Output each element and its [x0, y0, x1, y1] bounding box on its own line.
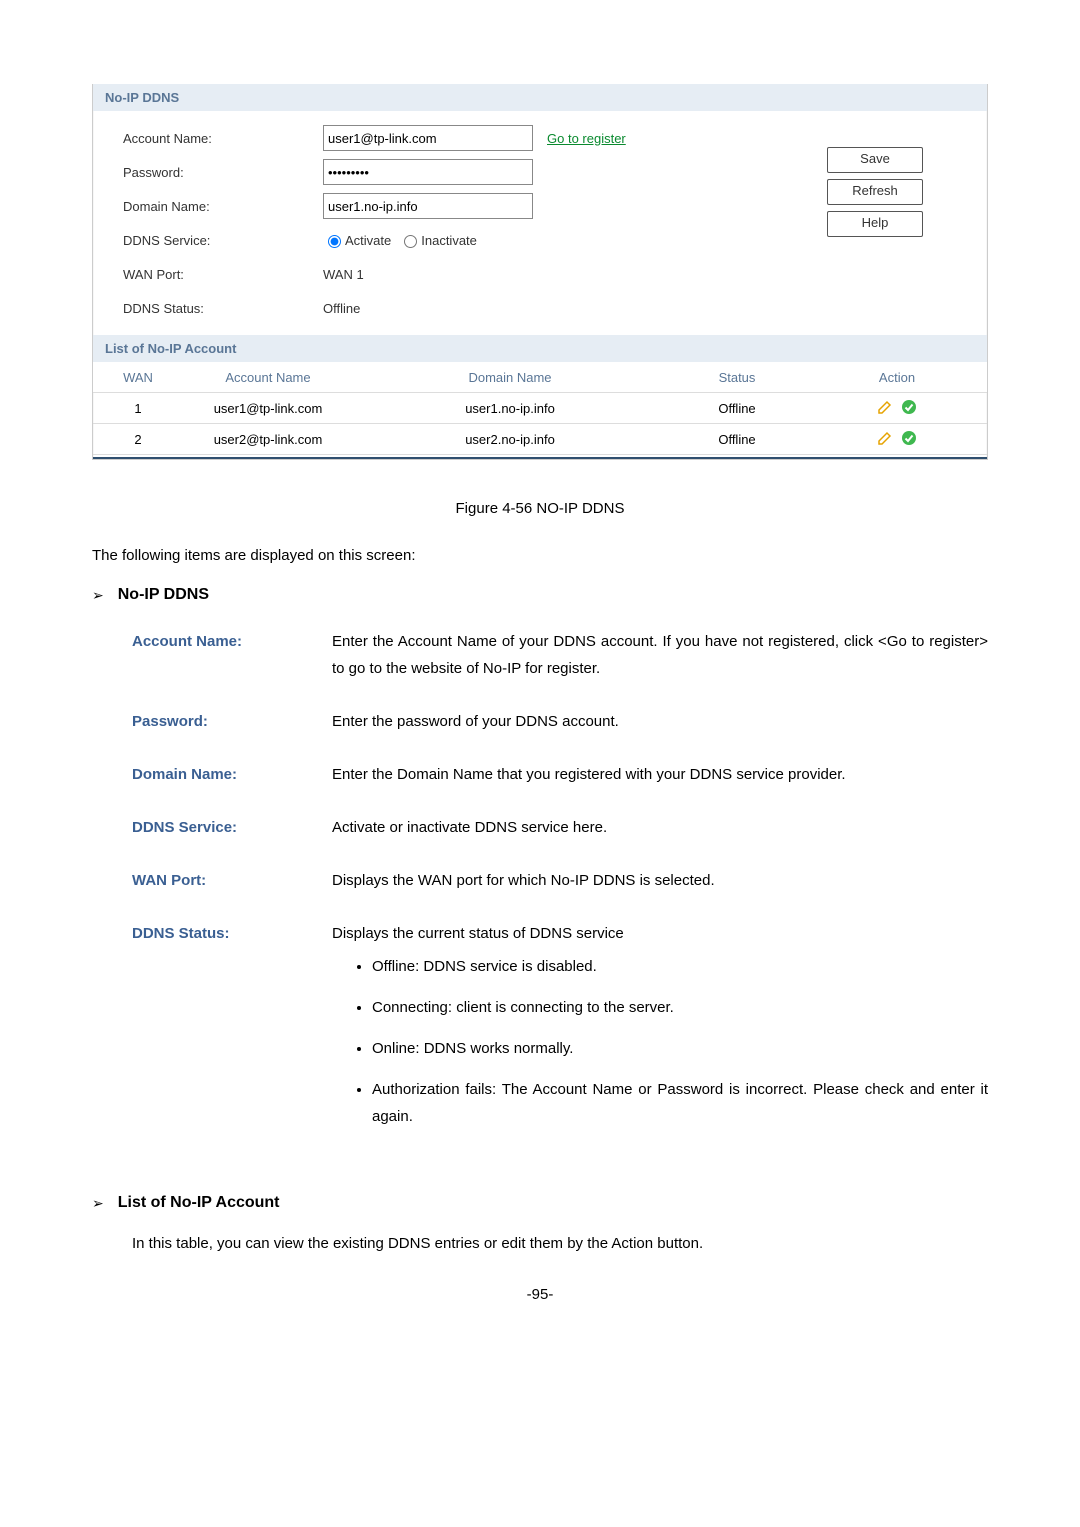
- bullet-offline: Offline: DDNS service is disabled.: [372, 953, 988, 980]
- label-ddns-service: DDNS Service:: [123, 233, 323, 248]
- doc-heading-list: List of No-IP Account: [118, 1194, 280, 1212]
- page-number: -95-: [92, 1286, 988, 1303]
- value-ddns-status: Offline: [323, 301, 360, 316]
- edit-icon[interactable]: [876, 398, 894, 416]
- cell-status: Offline: [657, 401, 817, 416]
- doc-desc-wan-port: Displays the WAN port for which No-IP DD…: [332, 867, 988, 894]
- doc-label-wan-port: WAN Port:: [132, 867, 332, 894]
- bullet-online: Online: DDNS works normally.: [372, 1035, 988, 1062]
- radio-inactivate-label: Inactivate: [421, 233, 477, 248]
- label-domain-name: Domain Name:: [123, 199, 323, 214]
- confirm-icon[interactable]: [900, 398, 918, 416]
- doc-label-ddns-status: DDNS Status:: [132, 920, 332, 1144]
- cell-domain: user1.no-ip.info: [363, 401, 657, 416]
- save-button[interactable]: Save: [827, 147, 923, 173]
- bullet-connecting: Connecting: client is connecting to the …: [372, 994, 988, 1021]
- screenshot-panel: No-IP DDNS Account Name: Go to register …: [92, 84, 988, 460]
- chevron-right-icon: ➢: [92, 587, 104, 604]
- th-domain: Domain Name: [363, 370, 657, 385]
- th-action: Action: [817, 370, 977, 385]
- radio-activate-label: Activate: [345, 233, 391, 248]
- label-wan-port: WAN Port:: [123, 267, 323, 282]
- doc-desc-domain-name: Enter the Domain Name that you registere…: [332, 761, 988, 788]
- domain-name-input[interactable]: [323, 193, 533, 219]
- cell-wan: 2: [103, 432, 173, 447]
- radio-inactivate[interactable]: [404, 235, 417, 248]
- th-wan: WAN: [103, 370, 173, 385]
- intro-text: The following items are displayed on thi…: [92, 547, 988, 564]
- help-button[interactable]: Help: [827, 211, 923, 237]
- table-header-row: WAN Account Name Domain Name Status Acti…: [93, 362, 987, 393]
- value-wan-port: WAN 1: [323, 267, 364, 282]
- table-bottom-border: [93, 457, 987, 459]
- password-input[interactable]: [323, 159, 533, 185]
- edit-icon[interactable]: [876, 429, 894, 447]
- th-account: Account Name: [173, 370, 363, 385]
- radio-activate-wrap[interactable]: Activate: [323, 232, 391, 248]
- go-to-register-link[interactable]: Go to register: [547, 131, 626, 146]
- account-name-input[interactable]: [323, 125, 533, 151]
- form-noip-ddns: Account Name: Go to register Password: D…: [93, 111, 987, 335]
- doc-label-account-name: Account Name:: [132, 628, 332, 682]
- label-password: Password:: [123, 165, 323, 180]
- noip-account-table: WAN Account Name Domain Name Status Acti…: [93, 362, 987, 455]
- radio-activate[interactable]: [328, 235, 341, 248]
- doc-desc-ddns-service: Activate or inactivate DDNS service here…: [332, 814, 988, 841]
- table-row: 2 user2@tp-link.com user2.no-ip.info Off…: [93, 424, 987, 455]
- section-noip-ddns-title: No-IP DDNS: [93, 84, 987, 111]
- label-account-name: Account Name:: [123, 131, 323, 146]
- cell-account: user1@tp-link.com: [173, 401, 363, 416]
- bullet-auth-fails: Authorization fails: The Account Name or…: [372, 1076, 988, 1130]
- radio-inactivate-wrap[interactable]: Inactivate: [399, 232, 477, 248]
- cell-status: Offline: [657, 432, 817, 447]
- cell-account: user2@tp-link.com: [173, 432, 363, 447]
- section-list-title: List of No-IP Account: [93, 335, 987, 362]
- figure-caption: Figure 4-56 NO-IP DDNS: [92, 500, 988, 517]
- confirm-icon[interactable]: [900, 429, 918, 447]
- table-row: 1 user1@tp-link.com user1.no-ip.info Off…: [93, 393, 987, 424]
- chevron-right-icon: ➢: [92, 1195, 104, 1212]
- doc-desc-account-name: Enter the Account Name of your DDNS acco…: [332, 628, 988, 682]
- doc-label-domain-name: Domain Name:: [132, 761, 332, 788]
- label-ddns-status: DDNS Status:: [123, 301, 323, 316]
- th-status: Status: [657, 370, 817, 385]
- doc-list-para: In this table, you can view the existing…: [132, 1232, 988, 1256]
- doc-desc-ddns-status: Displays the current status of DDNS serv…: [332, 920, 988, 947]
- doc-label-ddns-service: DDNS Service:: [132, 814, 332, 841]
- doc-heading-noip-ddns: No-IP DDNS: [118, 586, 209, 604]
- doc-desc-password: Enter the password of your DDNS account.: [332, 708, 988, 735]
- refresh-button[interactable]: Refresh: [827, 179, 923, 205]
- doc-label-password: Password:: [132, 708, 332, 735]
- cell-domain: user2.no-ip.info: [363, 432, 657, 447]
- cell-wan: 1: [103, 401, 173, 416]
